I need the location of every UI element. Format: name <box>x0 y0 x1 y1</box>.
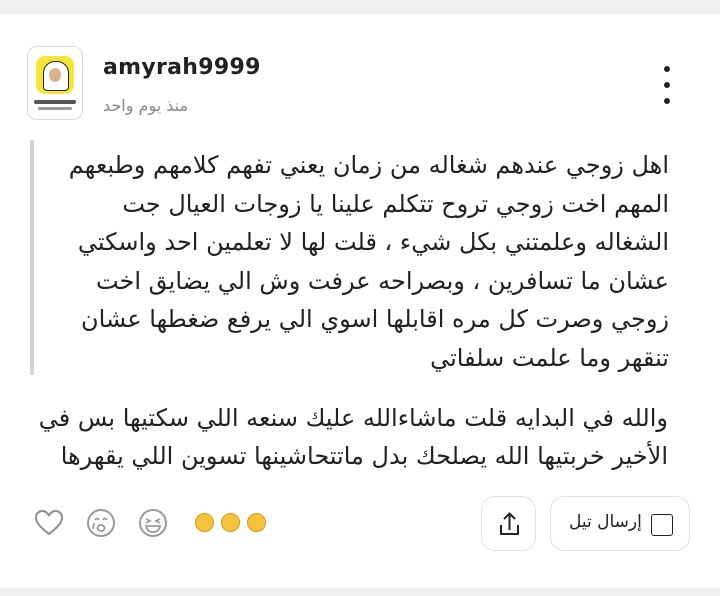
reaction-laugh-emoji-icon <box>195 513 214 532</box>
comment-text: والله في البدايه قلت ماشاءالله عليك سنعه… <box>38 404 668 470</box>
quote-text: اهل زوجي عندهم شغاله من زمان يعني تفهم ك… <box>68 151 669 372</box>
note-icon <box>651 514 673 536</box>
laughing-face-icon[interactable] <box>138 508 168 538</box>
username[interactable]: amyrah9999 <box>103 55 261 80</box>
heart-icon[interactable] <box>34 508 64 538</box>
avatar[interactable] <box>27 46 83 120</box>
kebab-menu-icon[interactable] <box>658 66 676 104</box>
send-note-label: إرسال تيل <box>569 512 642 532</box>
reaction-cry-emoji-icon <box>247 513 266 532</box>
quoted-message: اهل زوجي عندهم شغاله من زمان يعني تفهم ك… <box>30 140 669 375</box>
avatar-photo <box>49 68 61 82</box>
avatar-caption <box>34 100 76 104</box>
share-icon <box>500 512 519 535</box>
crying-face-icon[interactable] <box>86 508 116 538</box>
send-note-button[interactable]: إرسال تيل <box>550 496 690 551</box>
reaction-grin-emoji-icon <box>221 513 240 532</box>
share-button[interactable] <box>481 496 536 551</box>
avatar-subcaption <box>38 107 72 110</box>
post-time: منذ يوم واحد <box>103 96 189 115</box>
